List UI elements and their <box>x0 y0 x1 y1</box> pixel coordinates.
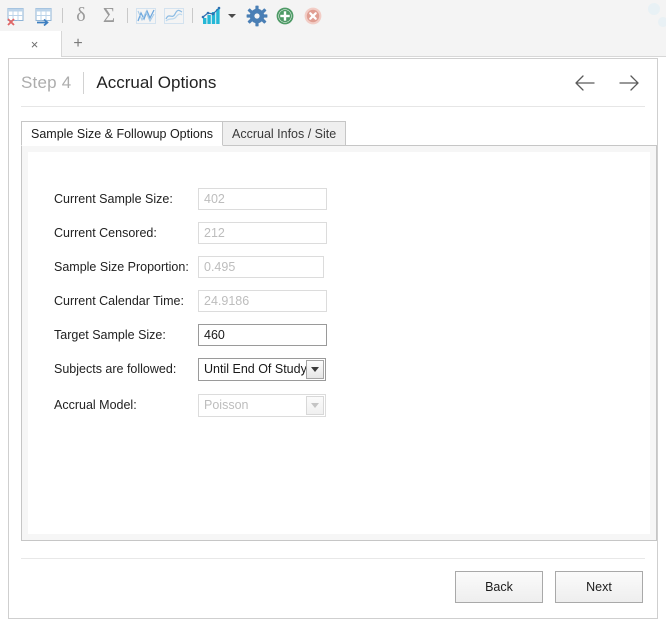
tab-accrual-infos-site[interactable]: Accrual Infos / Site <box>222 121 347 146</box>
next-button[interactable]: Next <box>555 571 643 603</box>
accrual-options-form: Current Sample Size: Current Censored: S… <box>54 182 327 422</box>
add-plus-icon[interactable] <box>271 2 299 30</box>
subjects-are-followed-value: Until End Of Study <box>204 362 307 376</box>
smooth-curve-chart-icon[interactable] <box>160 2 188 30</box>
separator-3 <box>192 8 193 23</box>
wizard-footer: Back Next <box>455 571 643 603</box>
sigma-icon[interactable]: Σ <box>95 2 123 30</box>
settings-gear-icon[interactable] <box>243 2 271 30</box>
current-censored-input <box>198 222 327 244</box>
tab-label: Sample Size & Followup Options <box>31 126 214 141</box>
chart-dropdown-caret-icon[interactable] <box>225 3 239 29</box>
new-tab-button[interactable]: + <box>63 31 93 57</box>
field-row-target-sample-size: Target Sample Size: <box>54 318 327 352</box>
field-row-current-calendar-time: Current Calendar Time: <box>54 284 327 318</box>
separator-1 <box>62 8 63 23</box>
current-sample-size-input <box>198 188 327 210</box>
sample-size-proportion-input <box>198 256 324 278</box>
header-separator <box>21 106 645 107</box>
main-toolbar: δ Σ <box>0 0 666 31</box>
accrual-model-label: Accrual Model: <box>54 398 137 412</box>
chevron-down-icon <box>306 395 324 415</box>
wizard-panel: Step 4 Accrual Options Sample Size & Fol… <box>8 58 658 619</box>
step-label: Step 4 <box>21 72 72 92</box>
close-icon[interactable]: × <box>23 38 39 51</box>
subjects-are-followed-label: Subjects are followed: <box>54 362 177 376</box>
navigation-arrows <box>571 69 643 97</box>
wizard-header: Step 4 Accrual Options <box>9 59 657 106</box>
target-sample-size-input[interactable] <box>198 324 327 346</box>
field-row-current-sample-size: Current Sample Size: <box>54 182 327 216</box>
tabstrip-filler <box>93 31 666 56</box>
subjects-are-followed-dropdown[interactable]: Until End Of Study <box>198 357 326 381</box>
tab-label: Accrual Infos / Site <box>232 126 337 141</box>
table-export-icon[interactable] <box>30 2 58 30</box>
decorative-blob-2 <box>658 17 666 27</box>
back-arrow-icon[interactable] <box>571 69 599 97</box>
header-divider <box>83 71 85 94</box>
back-button[interactable]: Back <box>455 571 543 603</box>
field-row-sample-size-proportion: Sample Size Proportion: <box>54 250 327 284</box>
tab-control: Sample Size & Followup Options Accrual I… <box>21 121 657 541</box>
close-cross-icon[interactable] <box>299 2 327 30</box>
current-sample-size-label: Current Sample Size: <box>54 192 173 206</box>
current-calendar-time-label: Current Calendar Time: <box>54 294 184 308</box>
field-row-accrual-model: Accrual Model: Poisson <box>54 388 327 422</box>
document-tabstrip: × + <box>0 31 666 57</box>
accrual-model-dropdown: Poisson <box>198 393 326 417</box>
forward-arrow-icon[interactable] <box>615 69 643 97</box>
document-tab[interactable]: × <box>0 31 62 57</box>
sample-size-proportion-label: Sample Size Proportion: <box>54 260 189 274</box>
accrual-model-value: Poisson <box>204 398 249 412</box>
decorative-blob-1 <box>648 3 660 15</box>
tab-sample-size-followup-options[interactable]: Sample Size & Followup Options <box>21 121 224 146</box>
footer-separator <box>21 558 645 559</box>
line-chart-icon[interactable] <box>132 2 160 30</box>
separator-2 <box>127 8 128 23</box>
current-censored-label: Current Censored: <box>54 226 157 240</box>
tab-control-body: Current Sample Size: Current Censored: S… <box>21 145 657 541</box>
form-panel: Current Sample Size: Current Censored: S… <box>28 152 650 534</box>
target-sample-size-label: Target Sample Size: <box>54 328 166 342</box>
bar-chart-icon[interactable] <box>197 2 225 30</box>
field-row-subjects-are-followed: Subjects are followed: Until End Of Stud… <box>54 352 327 386</box>
delta-icon[interactable]: δ <box>67 2 95 30</box>
tab-control-header: Sample Size & Followup Options Accrual I… <box>21 121 657 146</box>
current-calendar-time-input <box>198 290 327 312</box>
field-row-current-censored: Current Censored: <box>54 216 327 250</box>
page-title: Accrual Options <box>96 72 217 92</box>
chevron-down-icon[interactable] <box>306 359 324 379</box>
table-delete-icon[interactable] <box>2 2 30 30</box>
